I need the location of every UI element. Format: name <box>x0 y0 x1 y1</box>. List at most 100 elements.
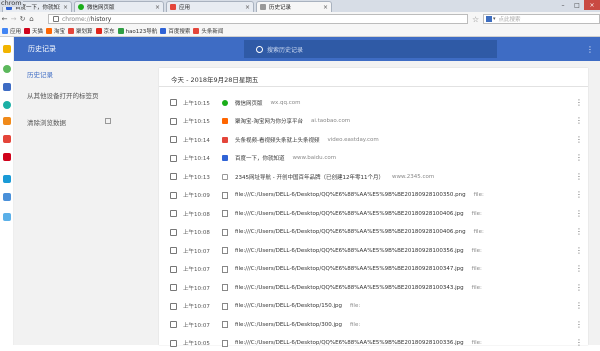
history-row[interactable]: 上午10:08 file:///C:/Users/DELL-6/Desktop/Q… <box>159 225 588 240</box>
bookmark-tmall[interactable]: 天猫 <box>24 27 43 35</box>
row-checkbox[interactable] <box>170 117 177 125</box>
row-checkbox[interactable] <box>170 99 177 106</box>
row-checkbox[interactable] <box>170 154 177 162</box>
favorites-star-icon[interactable] <box>3 45 11 53</box>
history-row[interactable]: 上午10:14 头条视频-看视频头条就上头条视频 video.eastday.com… <box>159 132 588 147</box>
close-icon[interactable]: × <box>63 4 68 11</box>
bookmark-toutiao[interactable]: 头条新闻 <box>193 27 223 35</box>
bookmark-hao123[interactable]: hao123导航 <box>117 27 157 35</box>
divider <box>159 86 588 87</box>
picture-icon[interactable] <box>3 213 11 221</box>
row-checkbox[interactable] <box>170 247 177 254</box>
row-title[interactable]: file:///C:/Users/DELL-6/Desktop/QQ%E6%88… <box>235 229 466 235</box>
row-title[interactable]: 头条视频-看视频头条就上头条视频 <box>235 136 320 144</box>
nav-other-devices[interactable]: 从其他设备打开的标签页 <box>27 90 99 100</box>
tab-history[interactable]: 历史记录 × <box>256 1 332 12</box>
checklist-icon[interactable] <box>3 193 11 201</box>
bookmark-baidu[interactable]: 百度搜索 <box>160 27 190 35</box>
row-title[interactable]: 微信网页版 <box>235 99 263 107</box>
grid-app-icon[interactable] <box>3 175 11 183</box>
row-title[interactable]: file:///C:/Users/DELL-6/Desktop/QQ%E6%88… <box>235 340 464 346</box>
more-actions-icon[interactable]: ⋮ <box>575 209 583 218</box>
row-title[interactable]: 百度一下，你就知道 <box>235 154 285 162</box>
history-row[interactable]: 上午10:07 file:///C:/Users/DELL-6/Desktop/Q… <box>159 280 588 295</box>
search-box[interactable]: ▾ 点此搜索 <box>483 14 600 24</box>
search-engine-icon[interactable] <box>486 16 492 22</box>
tab-wechat[interactable]: 微信网页版 × <box>74 1 164 12</box>
more-menu-icon[interactable]: ⋮ <box>586 45 594 54</box>
more-actions-icon[interactable]: ⋮ <box>575 320 583 329</box>
more-actions-icon[interactable]: ⋮ <box>575 98 583 107</box>
history-row[interactable]: 上午10:13 2345网址导航 - 开创中国百年品牌（已创建12年零11个月） w… <box>159 169 588 184</box>
more-actions-icon[interactable]: ⋮ <box>575 135 583 144</box>
history-row[interactable]: 上午10:07 file:///C:/Users/DELL-6/Desktop/3… <box>159 317 588 332</box>
window-close-icon[interactable]: × <box>584 0 600 10</box>
row-checkbox[interactable] <box>170 228 177 236</box>
close-icon[interactable]: × <box>245 4 250 11</box>
history-row[interactable]: 上午10:07 file:///C:/Users/DELL-6/Desktop/Q… <box>159 262 588 277</box>
close-icon[interactable]: × <box>155 4 160 11</box>
row-checkbox[interactable] <box>170 210 177 217</box>
bookmark-juhuasuan[interactable]: 聚划算 <box>68 27 93 35</box>
download-icon[interactable] <box>3 83 11 91</box>
nav-history[interactable]: 历史记录 <box>27 69 53 79</box>
red-app-icon[interactable] <box>3 135 11 143</box>
history-row[interactable]: 上午10:14 百度一下，你就知道 www.baidu.com ⋮ <box>159 151 588 166</box>
address-bar[interactable]: chrome:// history <box>48 14 468 24</box>
row-title[interactable]: 聚淘宝-淘宝网为你分享平台 <box>235 117 303 125</box>
row-checkbox[interactable] <box>170 321 177 328</box>
back-icon[interactable]: ← <box>0 14 9 24</box>
more-actions-icon[interactable]: ⋮ <box>575 228 583 236</box>
row-checkbox[interactable] <box>170 284 177 291</box>
history-row[interactable]: 上午10:05 file:///C:/Users/DELL-6/Desktop/Q… <box>159 336 588 351</box>
circle-app-icon[interactable] <box>3 101 11 109</box>
row-title[interactable]: file:///C:/Users/DELL-6/Desktop/300.jpg <box>235 322 342 328</box>
wechat-icon[interactable] <box>3 117 11 125</box>
reload-icon[interactable]: ↻ <box>18 14 27 24</box>
more-actions-icon[interactable]: ⋮ <box>575 117 583 125</box>
history-row[interactable]: 上午10:15 微信网页版 wx.qq.com ⋮ <box>159 95 588 110</box>
more-actions-icon[interactable]: ⋮ <box>575 191 583 199</box>
more-actions-icon[interactable]: ⋮ <box>575 265 583 273</box>
row-checkbox[interactable] <box>170 173 177 180</box>
maximize-icon[interactable]: □ <box>570 0 584 10</box>
history-row[interactable]: 上午10:09 file:///C:/Users/DELL-6/Desktop/Q… <box>159 188 588 203</box>
history-row[interactable]: 上午10:07 file:///C:/Users/DELL-6/Desktop/Q… <box>159 243 588 258</box>
chevron-down-icon[interactable]: ▾ <box>493 16 496 22</box>
clock-icon[interactable] <box>3 65 11 73</box>
row-checkbox[interactable] <box>170 136 177 143</box>
history-row[interactable]: 上午10:07 file:///C:/Users/DELL-6/Desktop/1… <box>159 299 588 314</box>
row-title[interactable]: 2345网址导航 - 开创中国百年品牌（已创建12年零11个月） <box>235 173 384 181</box>
row-checkbox[interactable] <box>170 339 177 347</box>
more-actions-icon[interactable]: ⋮ <box>575 283 583 292</box>
close-icon[interactable]: × <box>323 4 328 11</box>
nav-clear-data[interactable]: 清除浏览数据 <box>27 117 66 127</box>
row-title[interactable]: file:///C:/Users/DELL-6/Desktop/150.jpg <box>235 303 342 309</box>
bookmark-taobao[interactable]: 淘宝 <box>46 27 65 35</box>
history-search-input[interactable]: 搜索历史记录 <box>244 40 497 58</box>
row-title[interactable]: file:///C:/Users/DELL-6/Desktop/QQ%E6%88… <box>235 248 464 254</box>
bookmark-star-icon[interactable]: ☆ <box>472 15 479 24</box>
row-checkbox[interactable] <box>170 191 177 199</box>
row-time: 上午10:14 <box>183 137 210 144</box>
shopping-icon[interactable] <box>3 153 11 161</box>
history-row[interactable]: 上午10:15 聚淘宝-淘宝网为你分享平台 ai.taobao.com ⋮ <box>159 114 588 129</box>
more-actions-icon[interactable]: ⋮ <box>575 302 583 310</box>
bookmark-apps[interactable]: 应用 <box>2 27 21 35</box>
history-row[interactable]: 上午10:08 file:///C:/Users/DELL-6/Desktop/Q… <box>159 206 588 221</box>
more-actions-icon[interactable]: ⋮ <box>575 339 583 347</box>
row-title[interactable]: file:///C:/Users/DELL-6/Desktop/QQ%E6%88… <box>235 285 464 291</box>
minimize-icon[interactable]: – <box>556 0 570 10</box>
forward-icon[interactable]: → <box>9 14 18 24</box>
more-actions-icon[interactable]: ⋮ <box>575 154 583 162</box>
row-checkbox[interactable] <box>170 265 177 273</box>
row-title[interactable]: file:///C:/Users/DELL-6/Desktop/QQ%E6%88… <box>235 211 464 217</box>
tab-apps[interactable]: 应用 × <box>166 1 254 12</box>
more-actions-icon[interactable]: ⋮ <box>575 246 583 255</box>
bookmark-jd[interactable]: 京东 <box>95 27 115 35</box>
row-title[interactable]: file:///C:/Users/DELL-6/Desktop/QQ%E6%88… <box>235 266 464 272</box>
row-checkbox[interactable] <box>170 302 177 310</box>
home-icon[interactable]: ⌂ <box>27 14 36 24</box>
more-actions-icon[interactable]: ⋮ <box>575 172 583 181</box>
row-title[interactable]: file:///C:/Users/DELL-6/Desktop/QQ%E6%88… <box>235 192 466 198</box>
